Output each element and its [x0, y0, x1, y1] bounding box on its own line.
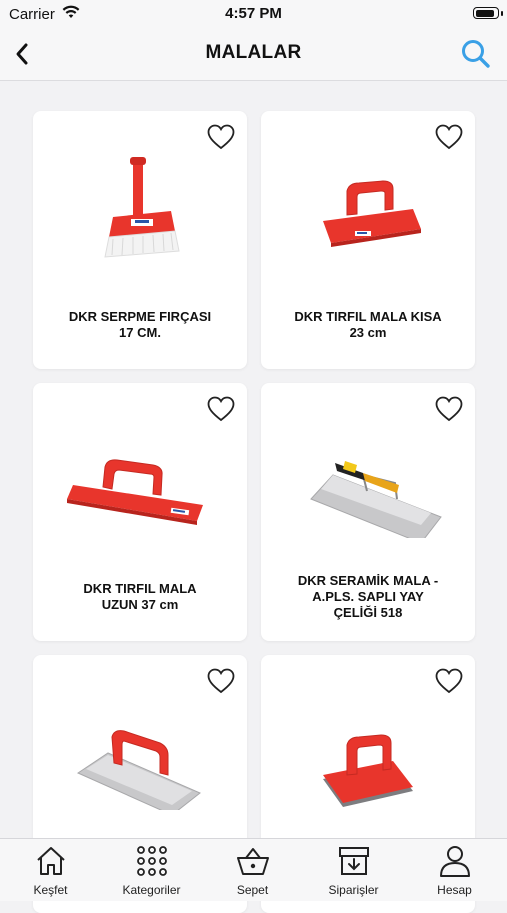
tab-label: Hesap [437, 883, 472, 897]
product-name: DKR SERAMİK MALA - A.PLS. SAPLI YAY ÇELİ… [275, 573, 461, 621]
nav-bar: MALALAR [0, 30, 507, 81]
home-icon [37, 847, 65, 875]
tab-bar: Keşfet Kategoriler Sepet Siparişler Hesa… [0, 838, 507, 901]
product-name: DKR TIRFIL MALA UZUN 37 cm [47, 581, 233, 613]
tab-hesap[interactable]: Hesap [404, 839, 505, 901]
tab-siparisler[interactable]: Siparişler [303, 839, 404, 901]
product-name-line: DKR TIRFIL MALA KISA [294, 309, 442, 324]
product-card[interactable]: DKR SERPME FIRÇASI 17 CM. [33, 111, 247, 369]
heart-icon[interactable] [435, 396, 463, 422]
battery-fill [475, 9, 494, 17]
tab-sepet[interactable]: Sepet [202, 839, 303, 901]
heart-icon[interactable] [207, 124, 235, 150]
page-title: MALALAR [205, 42, 302, 63]
product-name-line: ÇELİĞİ 518 [333, 605, 403, 620]
float-short-icon [323, 180, 421, 247]
product-name: DKR SERPME FIRÇASI 17 CM. [47, 309, 233, 341]
product-name-line: UZUN 37 cm [101, 597, 179, 612]
clock: 4:57 PM [225, 5, 282, 22]
heart-icon[interactable] [435, 668, 463, 694]
heart-icon[interactable] [207, 396, 235, 422]
product-name-line: 17 CM. [119, 325, 161, 340]
product-name-line: DKR SERPME FIRÇASI [68, 309, 212, 324]
float-grey-icon [323, 734, 413, 807]
battery-icon [473, 7, 499, 19]
status-bar: Carrier 4:57 PM [0, 0, 507, 30]
float-long-icon [67, 459, 203, 525]
battery-cap [501, 11, 503, 16]
tab-kesfet[interactable]: Keşfet [0, 839, 101, 901]
product-name-line: A.PLS. SAPLI YAY [312, 589, 424, 604]
tab-label: Keşfet [33, 883, 68, 897]
notched-trowel-red-icon [76, 730, 201, 810]
heart-icon[interactable] [207, 668, 235, 694]
orders-icon [339, 847, 369, 875]
heart-icon[interactable] [435, 124, 463, 150]
basket-icon [237, 848, 269, 875]
product-card[interactable]: DKR TIRFIL MALA KISA 23 cm [261, 111, 475, 369]
tab-kategoriler[interactable]: Kategoriler [101, 839, 202, 901]
grid-icon [137, 846, 167, 876]
tab-label: Siparişler [328, 883, 379, 897]
notched-trowel-icon [310, 461, 442, 538]
search-icon[interactable] [459, 37, 493, 71]
product-card[interactable]: DKR TIRFIL MALA UZUN 37 cm [33, 383, 247, 641]
product-name-line: 23 cm [349, 325, 387, 340]
user-icon [440, 846, 470, 877]
product-name-line: DKR TIRFIL MALA [83, 581, 197, 596]
product-name-line: DKR SERAMİK MALA - [297, 573, 439, 588]
product-card[interactable]: DKR SERAMİK MALA - A.PLS. SAPLI YAY ÇELİ… [261, 383, 475, 641]
tab-label: Kategoriler [122, 883, 181, 897]
brush-icon [104, 157, 180, 258]
tab-label: Sepet [236, 883, 269, 897]
product-name: DKR TIRFIL MALA KISA 23 cm [275, 309, 461, 341]
